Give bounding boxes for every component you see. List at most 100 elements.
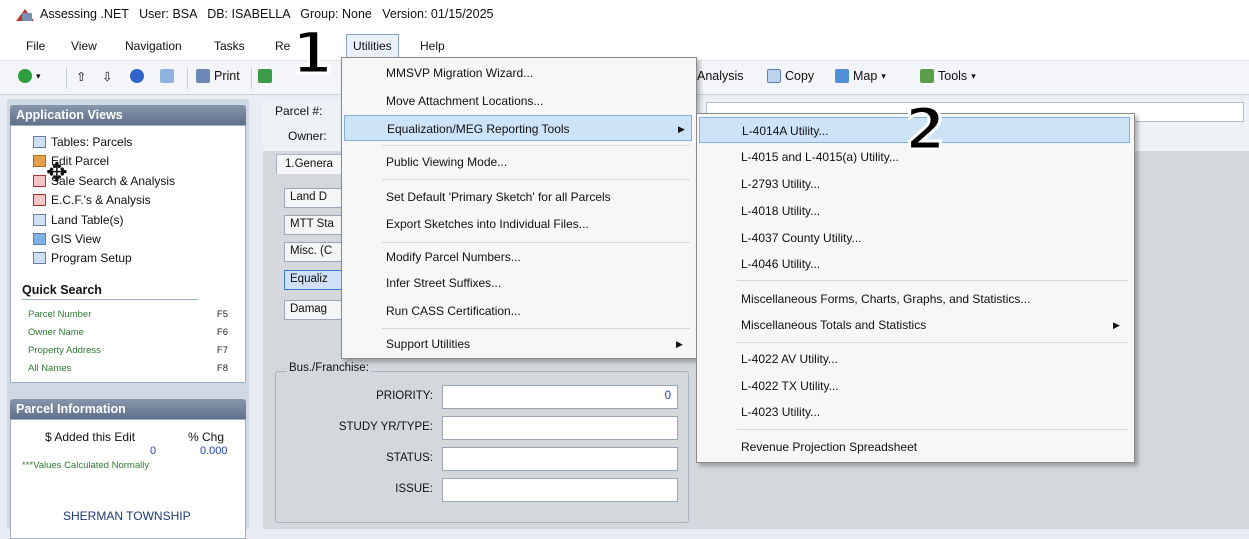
menu-help[interactable]: Help	[420, 39, 445, 53]
menu-item-l2793[interactable]: L-2793 Utility...	[697, 171, 1134, 197]
add-button[interactable]	[258, 69, 272, 83]
menu-item-run-cass[interactable]: Run CASS Certification...	[342, 298, 696, 324]
menu-item-label: MMSVP Migration Wizard...	[386, 66, 534, 80]
settings-icon	[33, 252, 46, 264]
table-icon	[33, 214, 46, 226]
card-icon	[160, 69, 174, 83]
menu-item-infer-street-suffixes[interactable]: Infer Street Suffixes...	[342, 270, 696, 296]
owner-label: Owner:	[288, 129, 327, 143]
tools-label: Tools	[938, 69, 968, 83]
added-this-edit-label: $ Added this Edit	[45, 430, 136, 444]
menu-item-label: Export Sketches into Individual Files...	[386, 217, 589, 231]
menu-view[interactable]: View	[71, 39, 97, 53]
quick-search-all-names[interactable]: All Names F8	[28, 363, 228, 374]
status-label: STATUS:	[386, 452, 433, 464]
qs-key: F5	[216, 309, 228, 320]
menu-item-revenue-projection[interactable]: Revenue Projection Spreadsheet	[697, 434, 1134, 460]
menu-item-public-viewing[interactable]: Public Viewing Mode...	[342, 149, 696, 175]
menu-item-label: L-4014A Utility...	[742, 124, 829, 138]
quick-search-title: Quick Search	[22, 283, 198, 300]
land-data-button[interactable]: Land D	[284, 188, 344, 208]
bus-franchise-title: Bus./Franchise:	[287, 362, 371, 374]
menu-item-move-attachments[interactable]: Move Attachment Locations...	[342, 88, 696, 114]
menu-utilities[interactable]: Utilities	[346, 34, 399, 58]
menu-item-label: Set Default 'Primary Sketch' for all Par…	[386, 190, 611, 204]
search-button[interactable]	[130, 69, 144, 83]
submenu-arrow-icon: ▶	[678, 124, 685, 134]
qs-label: All Names	[28, 363, 72, 374]
menu-item-l4018[interactable]: L-4018 Utility...	[697, 198, 1134, 224]
damage-button[interactable]: Damag	[284, 300, 344, 320]
menu-item-label: Miscellaneous Totals and Statistics	[741, 318, 927, 332]
step-1-annotation: 1	[290, 19, 333, 87]
card-button[interactable]	[160, 69, 174, 83]
down-arrow-button[interactable]: ⇩	[102, 69, 112, 84]
menu-tasks[interactable]: Tasks	[214, 39, 245, 53]
priority-label: PRIORITY:	[376, 390, 433, 402]
menu-item-label: Move Attachment Locations...	[386, 94, 544, 108]
menu-item-mmsvp-migration[interactable]: MMSVP Migration Wizard...	[342, 60, 696, 86]
menu-item-l4046[interactable]: L-4046 Utility...	[697, 251, 1134, 277]
menu-item-label: Miscellaneous Forms, Charts, Graphs, and…	[741, 292, 1031, 306]
menu-item-label: L-4022 AV Utility...	[741, 352, 838, 366]
menu-item-l4022-av[interactable]: L-4022 AV Utility...	[697, 346, 1134, 372]
values-note: ***Values Calculated Normally	[22, 460, 150, 471]
study-yr-type-field[interactable]	[442, 416, 678, 440]
menu-file[interactable]: File	[26, 39, 45, 53]
app-view-edit-parcel[interactable]: Edit Parcel	[33, 154, 109, 168]
app-view-label: E.C.F.'s & Analysis	[51, 193, 151, 207]
menu-navigation[interactable]: Navigation	[125, 39, 182, 53]
status-field[interactable]	[442, 447, 678, 471]
back-button[interactable]: ▾	[18, 69, 41, 83]
quick-search-parcel-number[interactable]: Parcel Number F5	[28, 309, 228, 320]
app-view-ecf-analysis[interactable]: E.C.F.'s & Analysis	[33, 193, 151, 207]
toolbar-divider	[187, 67, 188, 89]
move-cursor-icon: ✥	[46, 158, 68, 188]
menu-item-default-sketch[interactable]: Set Default 'Primary Sketch' for all Par…	[342, 184, 696, 210]
print-button[interactable]: Print	[196, 69, 240, 83]
submenu-arrow-icon: ▶	[1113, 320, 1120, 330]
menu-item-l4022-tx[interactable]: L-4022 TX Utility...	[697, 373, 1134, 399]
menu-item-l4037[interactable]: L-4037 County Utility...	[697, 225, 1134, 251]
township-name: SHERMAN TOWNSHIP	[63, 509, 191, 523]
menu-item-l4023[interactable]: L-4023 Utility...	[697, 399, 1134, 425]
application-views-header: Application Views	[10, 105, 246, 125]
percent-change-label: % Chg	[188, 430, 225, 444]
copy-icon	[767, 69, 781, 83]
menu-separator	[737, 280, 1128, 281]
menu-item-support-utilities[interactable]: Support Utilities ▶	[342, 331, 696, 357]
equalization-button[interactable]: Equaliz	[284, 270, 344, 290]
added-value: 0	[150, 445, 157, 457]
menu-item-misc-forms[interactable]: Miscellaneous Forms, Charts, Graphs, and…	[697, 286, 1134, 312]
tools-icon	[920, 69, 934, 83]
tab-general[interactable]: 1.Genera	[276, 154, 346, 174]
percent-change-value: 0.000	[200, 445, 228, 457]
title-bar: Assessing .NET User: BSA DB: ISABELLA Gr…	[0, 0, 1249, 30]
qs-key: F8	[216, 363, 228, 374]
app-view-land-tables[interactable]: Land Table(s)	[33, 213, 124, 227]
app-view-gis[interactable]: GIS View	[33, 232, 101, 246]
app-view-label: Sale Search & Analysis	[51, 174, 176, 188]
map-button[interactable]: Map ▾	[835, 69, 886, 83]
menu-item-export-sketches[interactable]: Export Sketches into Individual Files...	[342, 211, 696, 237]
priority-field[interactable]: 0	[442, 385, 678, 409]
print-label: Print	[214, 69, 240, 83]
up-arrow-button[interactable]: ⇧	[76, 69, 86, 84]
issue-field[interactable]	[442, 478, 678, 502]
quick-search-owner-name[interactable]: Owner Name F6	[28, 327, 228, 338]
menu-reports[interactable]: Re	[275, 39, 290, 53]
menu-item-label: Infer Street Suffixes...	[386, 276, 502, 290]
misc-button[interactable]: Misc. (C	[284, 242, 344, 262]
app-view-program-setup[interactable]: Program Setup	[33, 251, 132, 265]
menu-item-modify-parcel-numbers[interactable]: Modify Parcel Numbers...	[342, 244, 696, 270]
qs-key: F7	[216, 345, 228, 356]
menu-item-misc-totals[interactable]: Miscellaneous Totals and Statistics ▶	[697, 312, 1134, 338]
quick-search-property-address[interactable]: Property Address F7	[28, 345, 228, 356]
app-view-tables-parcels[interactable]: Tables: Parcels	[33, 135, 132, 149]
tools-button[interactable]: Tools ▾	[920, 69, 976, 83]
copy-button[interactable]: Copy	[767, 69, 814, 83]
mtt-status-button[interactable]: MTT Sta	[284, 215, 344, 235]
analysis-button[interactable]: Analysis	[697, 69, 744, 83]
menu-item-label: Public Viewing Mode...	[386, 155, 508, 169]
menu-item-equalization-meg[interactable]: Equalization/MEG Reporting Tools ▶	[344, 115, 692, 141]
